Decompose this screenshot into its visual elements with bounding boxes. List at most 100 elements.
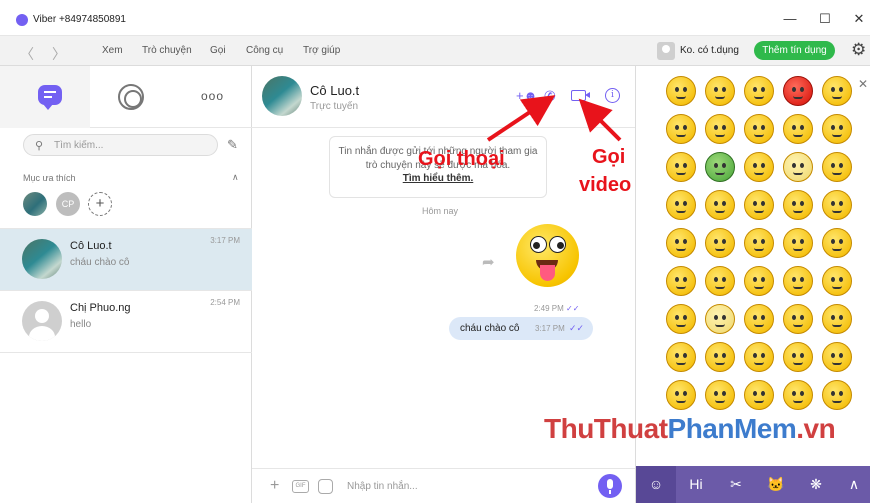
emoji[interactable] bbox=[783, 228, 813, 258]
emoji[interactable] bbox=[783, 266, 813, 296]
conversation-time: 3:17 PM bbox=[210, 236, 240, 245]
emoji[interactable] bbox=[822, 342, 852, 372]
emoji[interactable] bbox=[666, 380, 696, 410]
emoji[interactable] bbox=[666, 114, 696, 144]
gear-icon[interactable]: ⚙ bbox=[851, 40, 866, 60]
info-icon[interactable]: i bbox=[605, 88, 620, 103]
emoji[interactable] bbox=[783, 114, 813, 144]
tab-more[interactable]: ooo bbox=[170, 66, 252, 128]
emoji[interactable] bbox=[666, 76, 696, 106]
chat-bubble-icon bbox=[38, 85, 62, 110]
video-call-annotation: Gọi bbox=[592, 146, 626, 168]
emoji[interactable] bbox=[666, 266, 696, 296]
emoji[interactable] bbox=[783, 342, 813, 372]
emoji[interactable] bbox=[783, 76, 813, 106]
emoji[interactable] bbox=[744, 304, 774, 334]
tab-sticker-pack[interactable]: ❋ bbox=[796, 466, 836, 503]
microphone-button[interactable] bbox=[598, 474, 622, 498]
gif-icon[interactable]: GIF bbox=[292, 480, 309, 493]
emoji[interactable] bbox=[822, 266, 852, 296]
emoji[interactable] bbox=[822, 76, 852, 106]
emoji[interactable] bbox=[666, 342, 696, 372]
emoji[interactable] bbox=[822, 304, 852, 334]
sticker-time: 2:49 PM ✓✓ bbox=[534, 304, 580, 313]
emoji[interactable] bbox=[783, 304, 813, 334]
sticker-icon[interactable] bbox=[318, 479, 333, 494]
emoji[interactable] bbox=[666, 152, 696, 182]
learn-more-link[interactable]: Tìm hiểu thêm. bbox=[330, 173, 546, 184]
emoji[interactable] bbox=[705, 380, 735, 410]
menu-tools[interactable]: Công cụ bbox=[246, 45, 283, 56]
emoji[interactable] bbox=[705, 76, 735, 106]
favorite-contact[interactable] bbox=[23, 192, 47, 216]
emoji[interactable] bbox=[744, 380, 774, 410]
emoji[interactable] bbox=[705, 304, 735, 334]
chevron-up-icon[interactable]: ∧ bbox=[834, 466, 870, 503]
emoji[interactable] bbox=[783, 190, 813, 220]
emoji[interactable] bbox=[783, 152, 813, 182]
emoji[interactable] bbox=[822, 114, 852, 144]
emoji[interactable] bbox=[783, 380, 813, 410]
conversation-item[interactable]: Chị Phuo.ng hello 2:54 PM bbox=[0, 291, 252, 353]
phone-call-icon[interactable]: ✆ bbox=[544, 88, 556, 105]
emoji[interactable] bbox=[822, 152, 852, 182]
minimize-button[interactable]: — bbox=[783, 12, 797, 26]
contact-name[interactable]: Cô Luo.t bbox=[310, 83, 359, 98]
menu-view[interactable]: Xem bbox=[102, 45, 123, 56]
menu-call[interactable]: Gọi bbox=[210, 45, 226, 56]
forward-icon[interactable]: ➦ bbox=[482, 253, 495, 271]
plus-icon[interactable]: + bbox=[270, 477, 279, 495]
search-input[interactable]: ⚲ Tìm kiếm... bbox=[23, 134, 218, 156]
emoji[interactable] bbox=[744, 152, 774, 182]
emoji[interactable] bbox=[822, 190, 852, 220]
tab-sticker-pack[interactable]: ✂ bbox=[716, 466, 756, 503]
favorite-contact[interactable]: CP bbox=[56, 192, 80, 216]
outgoing-message[interactable]: cháu chào cô 3:17 PM ✓✓ bbox=[449, 317, 593, 340]
back-button[interactable]: 〈 bbox=[20, 44, 34, 64]
tab-hi-stickers[interactable]: Hi bbox=[676, 466, 716, 503]
menu-conversation[interactable]: Trò chuyện bbox=[142, 45, 192, 56]
explore-icon bbox=[118, 84, 144, 110]
emoji[interactable] bbox=[705, 266, 735, 296]
tab-explore[interactable] bbox=[90, 66, 170, 128]
conversation-item[interactable]: Cô Luo.t cháu chào cô 3:17 PM bbox=[0, 229, 252, 291]
emoji[interactable] bbox=[744, 266, 774, 296]
compose-icon[interactable]: ✎ bbox=[227, 137, 238, 153]
user-status[interactable]: Ko. có t.dụng bbox=[680, 45, 739, 56]
maximize-button[interactable]: ☐ bbox=[818, 12, 832, 26]
emoji[interactable] bbox=[705, 114, 735, 144]
emoji[interactable] bbox=[705, 190, 735, 220]
emoji[interactable] bbox=[744, 114, 774, 144]
message-input[interactable]: Nhập tin nhắn... bbox=[347, 481, 418, 492]
close-window-button[interactable]: ✕ bbox=[852, 12, 866, 26]
video-call-icon[interactable] bbox=[571, 90, 590, 101]
tab-emoji[interactable]: ☺ bbox=[636, 466, 676, 503]
emoji[interactable] bbox=[705, 342, 735, 372]
tab-cat-stickers[interactable]: 🐱 bbox=[756, 466, 796, 503]
emoji[interactable] bbox=[705, 228, 735, 258]
user-avatar[interactable] bbox=[657, 42, 675, 60]
menu-help[interactable]: Trợ giúp bbox=[303, 45, 340, 56]
emoji[interactable] bbox=[744, 190, 774, 220]
emoji[interactable] bbox=[666, 304, 696, 334]
chevron-up-icon[interactable]: ∧ bbox=[232, 172, 239, 183]
contact-avatar[interactable] bbox=[262, 76, 302, 116]
emoji[interactable] bbox=[822, 228, 852, 258]
avatar bbox=[22, 301, 62, 341]
close-icon[interactable]: ✕ bbox=[858, 77, 868, 91]
add-participant-icon[interactable]: +☻ bbox=[516, 88, 537, 103]
emoji[interactable] bbox=[744, 76, 774, 106]
emoji[interactable] bbox=[822, 380, 852, 410]
tab-chats[interactable] bbox=[0, 66, 90, 128]
forward-button[interactable]: 〉 bbox=[52, 44, 66, 64]
emoji[interactable] bbox=[666, 190, 696, 220]
conversation-name: Chị Phuo.ng bbox=[70, 302, 131, 314]
tongue-out-sticker[interactable] bbox=[516, 224, 579, 287]
emoji[interactable] bbox=[744, 342, 774, 372]
add-credit-button[interactable]: Thêm tín dụng bbox=[754, 41, 835, 60]
conversation-name: Cô Luo.t bbox=[70, 240, 112, 252]
add-favorite-button[interactable]: + bbox=[88, 192, 112, 216]
emoji[interactable] bbox=[666, 228, 696, 258]
emoji[interactable] bbox=[705, 152, 735, 182]
emoji[interactable] bbox=[744, 228, 774, 258]
